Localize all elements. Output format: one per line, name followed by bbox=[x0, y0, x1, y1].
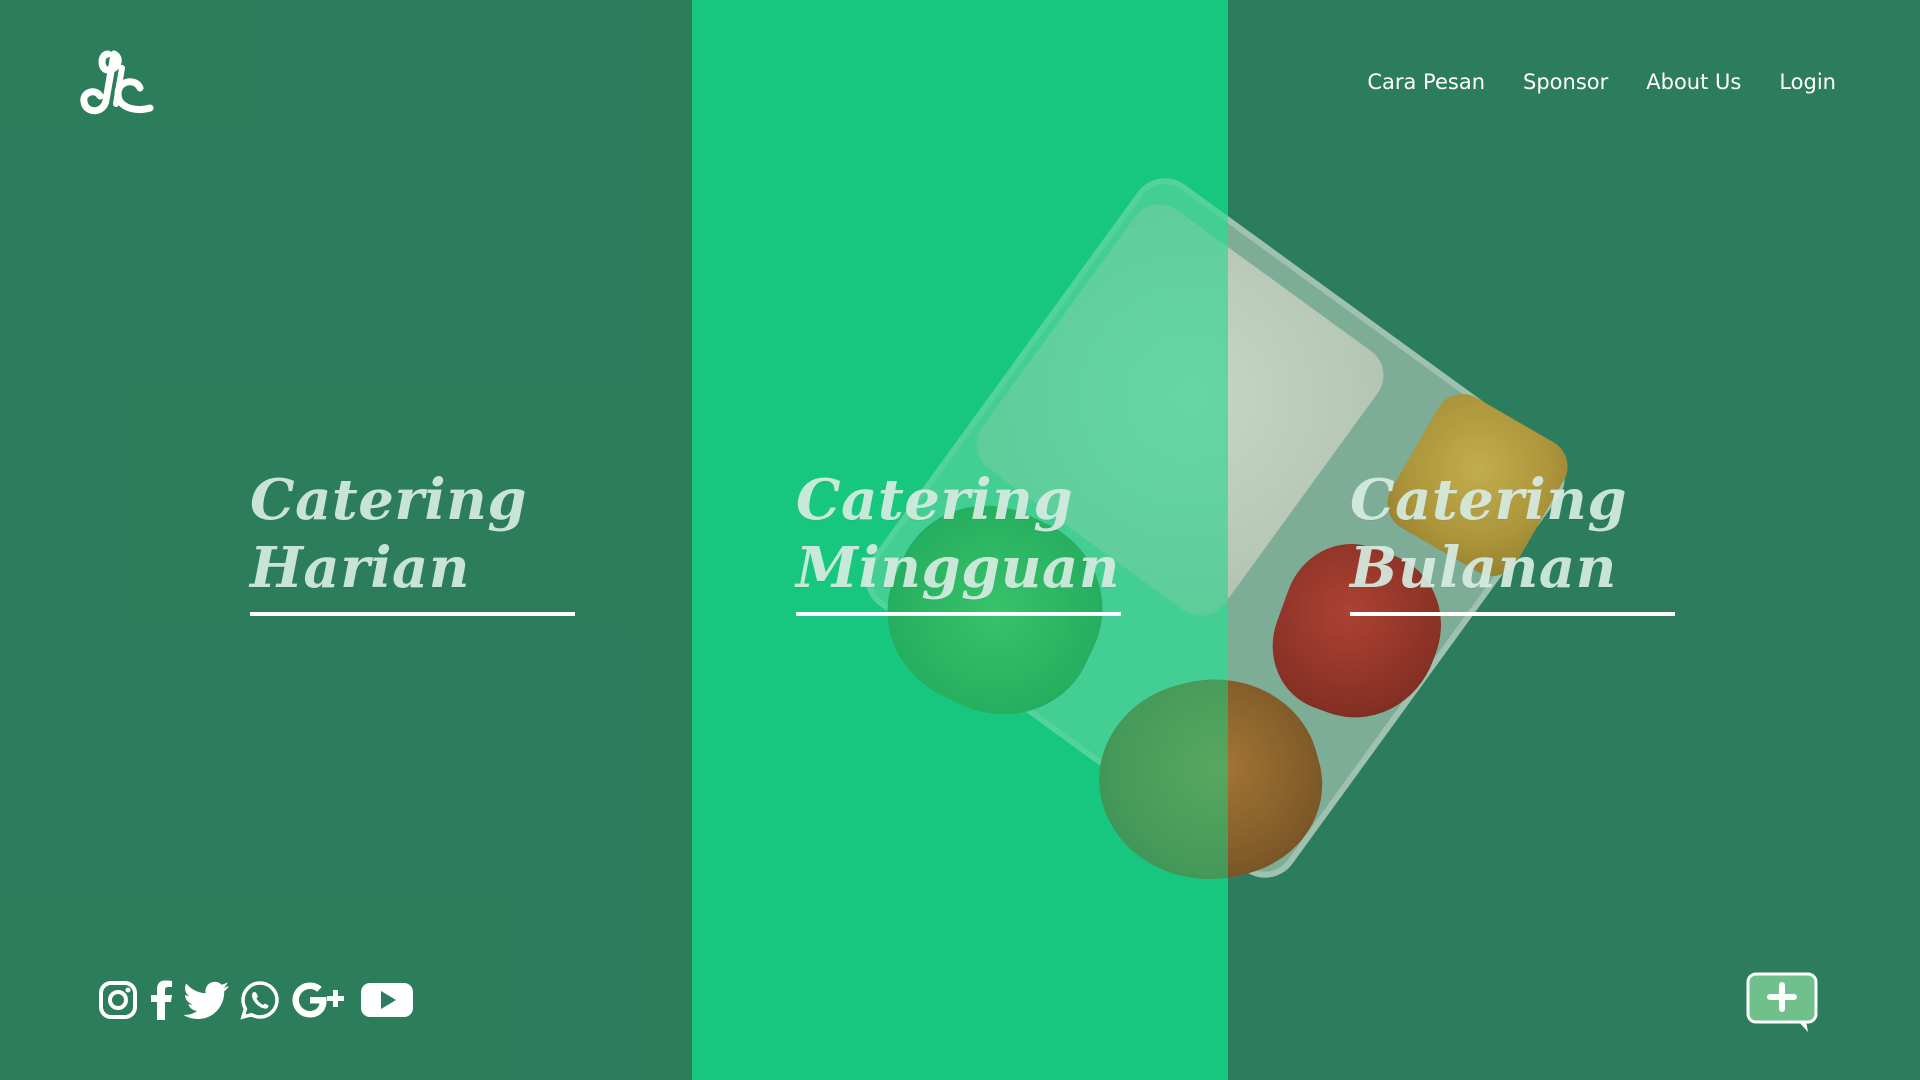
main-nav: Cara Pesan Sponsor About Us Login bbox=[1329, 70, 1836, 94]
jc-script-logo-icon[interactable] bbox=[78, 44, 154, 120]
catering-harian-line2: Harian bbox=[250, 535, 470, 601]
social-links bbox=[98, 980, 414, 1020]
twitter-icon[interactable] bbox=[184, 980, 230, 1020]
instagram-icon[interactable] bbox=[98, 980, 138, 1020]
catering-harian-link[interactable]: Catering Harian bbox=[250, 466, 580, 616]
catering-mingguan-underline bbox=[796, 612, 1121, 616]
nav-cara-pesan[interactable]: Cara Pesan bbox=[1367, 70, 1485, 94]
catering-mingguan-link[interactable]: Catering Mingguan bbox=[796, 466, 1126, 616]
catering-mingguan-title: Catering Mingguan bbox=[796, 466, 1126, 602]
nav-sponsor[interactable]: Sponsor bbox=[1523, 70, 1608, 94]
catering-bulanan-title: Catering Bulanan bbox=[1350, 466, 1680, 602]
catering-harian-line1: Catering bbox=[250, 467, 527, 533]
whatsapp-icon[interactable] bbox=[240, 980, 280, 1020]
nav-about-us[interactable]: About Us bbox=[1646, 70, 1741, 94]
google-plus-icon[interactable] bbox=[290, 980, 350, 1020]
chat-plus-icon[interactable] bbox=[1746, 972, 1818, 1034]
catering-bulanan-underline bbox=[1350, 612, 1675, 616]
catering-harian-title: Catering Harian bbox=[250, 466, 580, 602]
catering-harian-underline bbox=[250, 612, 575, 616]
catering-bulanan-line1: Catering bbox=[1350, 467, 1627, 533]
facebook-icon[interactable] bbox=[148, 980, 174, 1020]
catering-mingguan-line2: Mingguan bbox=[796, 535, 1121, 601]
nav-login[interactable]: Login bbox=[1779, 70, 1836, 94]
catering-bulanan-link[interactable]: Catering Bulanan bbox=[1350, 466, 1680, 616]
catering-mingguan-line1: Catering bbox=[796, 467, 1073, 533]
catering-bulanan-line2: Bulanan bbox=[1350, 535, 1617, 601]
youtube-icon[interactable] bbox=[360, 980, 414, 1020]
